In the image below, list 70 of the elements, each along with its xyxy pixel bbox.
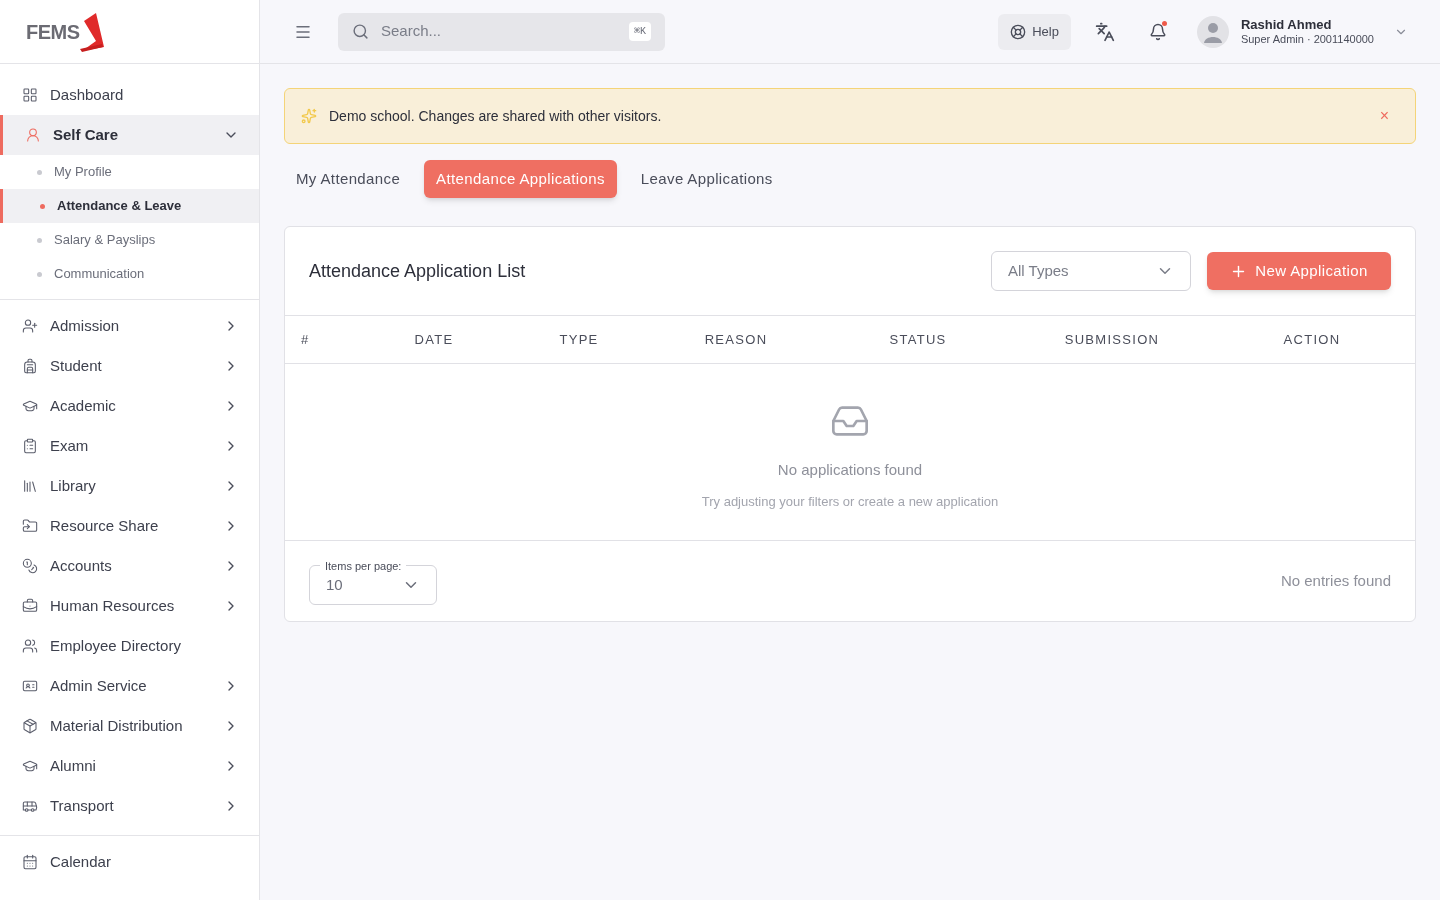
bullet-icon xyxy=(40,203,45,209)
sidebar-item[interactable]: Student xyxy=(0,346,259,386)
submenu-item[interactable]: Attendance & Leave xyxy=(0,189,259,223)
box-icon xyxy=(22,718,38,734)
sidebar-item[interactable]: Library xyxy=(0,466,259,506)
submenu-item[interactable]: Communication xyxy=(0,257,259,291)
banner-text: Demo school. Changes are shared with other visitors. xyxy=(329,106,663,126)
grid-icon xyxy=(22,87,38,103)
sidebar-item[interactable]: Calendar xyxy=(0,842,259,882)
shortcut-key: ⌘K xyxy=(628,22,651,41)
submenu-item[interactable]: Salary & Payslips xyxy=(0,223,259,257)
bell-icon xyxy=(1148,22,1167,41)
sidebar-item[interactable]: Transport xyxy=(0,786,259,826)
search-bar[interactable]: Search... ⌘K xyxy=(338,12,665,51)
backpack-icon xyxy=(22,358,38,374)
id-card-icon xyxy=(22,678,38,694)
column-header: STATUS xyxy=(889,330,947,349)
sidebar-item[interactable]: Dashboard xyxy=(0,75,259,115)
avatar-icon xyxy=(1196,15,1229,48)
bus-icon xyxy=(22,798,38,814)
type-dropdown[interactable]: All Types xyxy=(991,251,1191,291)
bullet-icon xyxy=(37,237,42,243)
person-icon xyxy=(25,127,41,143)
empty-hint: Try adjusting your filters or create a new application xyxy=(701,492,999,511)
search-input[interactable]: Search... xyxy=(381,20,617,43)
books-icon xyxy=(22,478,38,494)
bullet-icon xyxy=(37,271,42,277)
sidebar-item[interactable]: Self Care xyxy=(0,115,259,155)
column-header: SUBMISSION xyxy=(1064,330,1160,349)
sidebar-item[interactable]: Academic xyxy=(0,386,259,426)
person-plus-icon xyxy=(22,318,38,334)
logo[interactable]: FEMS xyxy=(26,10,106,53)
sidebar-item[interactable]: Human Resources xyxy=(0,586,259,626)
sidebar-item[interactable]: Material Distribution xyxy=(0,706,259,746)
sidebar-item[interactable]: Alumni xyxy=(0,746,259,786)
coins-icon xyxy=(22,558,38,574)
tab[interactable]: Leave Applications xyxy=(628,160,785,198)
column-header: ACTION xyxy=(1283,330,1341,349)
sparkle-icon xyxy=(301,108,317,124)
user-menu[interactable]: Rashid Ahmed Super Admin · 2001140000 xyxy=(1196,15,1408,48)
sidebar-item[interactable]: Admin Service xyxy=(0,666,259,706)
help-button[interactable]: Help xyxy=(998,13,1071,50)
translate-icon[interactable] xyxy=(1094,21,1115,42)
column-header: DATE xyxy=(414,330,454,349)
sidebar-item[interactable]: Employee Directory xyxy=(0,626,259,666)
notification-bell[interactable] xyxy=(1148,22,1167,41)
graduation-cap-icon xyxy=(22,398,38,414)
entries-summary: No entries found xyxy=(1280,570,1391,591)
sidebar-item[interactable]: Admission xyxy=(0,306,259,346)
lifebuoy-icon xyxy=(1010,23,1027,40)
clipboard-icon xyxy=(22,438,38,454)
folder-icon xyxy=(22,518,38,534)
calendar-icon xyxy=(22,854,38,870)
user-name: Rashid Ahmed xyxy=(1240,16,1333,33)
column-header: # xyxy=(301,331,310,347)
search-icon xyxy=(352,23,369,40)
card-title: Attendance Application List xyxy=(309,259,527,283)
sidebar-item[interactable]: Resource Share xyxy=(0,506,259,546)
sidebar-item[interactable]: Exam xyxy=(0,426,259,466)
empty-title: No applications found xyxy=(777,460,923,480)
bullet-icon xyxy=(37,169,42,175)
tab[interactable]: My Attendance xyxy=(284,160,413,198)
user-role: Super Admin · 2001140000 xyxy=(1240,32,1374,47)
graduation-cap-icon xyxy=(22,758,38,774)
people-icon xyxy=(22,638,38,654)
column-header: REASON xyxy=(704,330,768,349)
sidebar-item[interactable]: Accounts xyxy=(0,546,259,586)
column-header: TYPE xyxy=(559,330,599,349)
submenu-item[interactable]: My Profile xyxy=(0,155,259,189)
briefcase-icon xyxy=(22,598,38,614)
